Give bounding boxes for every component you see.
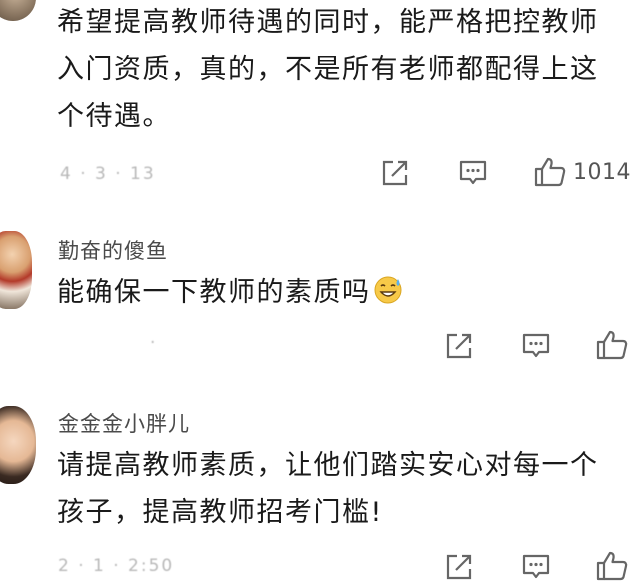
user-avatar[interactable] [0, 231, 32, 309]
reply-icon [522, 554, 550, 579]
thumbs-up-icon [596, 551, 628, 581]
share-icon [382, 160, 408, 186]
share-button[interactable] [444, 552, 474, 582]
comment-line: 入门资质，真的，不是所有老师都配得上这 [57, 54, 599, 85]
share-button[interactable] [444, 331, 474, 361]
user-avatar[interactable] [0, 406, 36, 484]
like-button[interactable] [595, 329, 629, 361]
comment-item: 勤奋的傻鱼 能确保一下教师的素质吗 · [0, 205, 640, 375]
share-icon [446, 554, 472, 580]
share-icon [446, 333, 472, 359]
comment-text: 能确保一下教师的素质吗 [57, 269, 403, 320]
reply-icon [522, 333, 550, 358]
share-button[interactable] [380, 158, 410, 188]
comment-item: 金金金小胖儿 请提高教师素质，让他们踏实安心对每一个 孩子，提高教师招考门槛! … [0, 380, 640, 585]
like-button[interactable]: 1014 [533, 156, 631, 188]
comment-meta: · [150, 333, 158, 353]
user-avatar[interactable] [0, 0, 36, 21]
comment-meta: 2 · 1 · 2:50 [58, 556, 175, 576]
reply-button[interactable] [458, 158, 488, 188]
sweat-smile-emoji-icon [373, 273, 403, 320]
thumbs-up-icon [534, 157, 566, 187]
comment-item: 希望提高教师待遇的同时，能严格把控教师 入门资质，真的，不是所有老师都配得上这 … [0, 0, 640, 200]
thumbs-up-icon [596, 330, 628, 360]
reply-button[interactable] [521, 331, 551, 361]
like-button[interactable] [595, 550, 629, 582]
like-count: 1014 [573, 159, 631, 185]
comment-text: 请提高教师素质，让他们踏实安心对每一个 孩子，提高教师招考门槛! [57, 442, 599, 536]
comment-line: 孩子，提高教师招考门槛! [57, 497, 383, 528]
reply-button[interactable] [521, 552, 551, 582]
comment-line: 能确保一下教师的素质吗 [57, 277, 371, 308]
comment-line: 个待遇。 [57, 101, 171, 132]
comment-meta: 4 · 3 · 13 [60, 164, 156, 184]
comment-line: 请提高教师素质，让他们踏实安心对每一个 [57, 450, 599, 481]
username[interactable]: 金金金小胖儿 [58, 408, 190, 438]
comment-text: 希望提高教师待遇的同时，能严格把控教师 入门资质，真的，不是所有老师都配得上这 … [57, 0, 599, 140]
username[interactable]: 勤奋的傻鱼 [58, 235, 168, 265]
comment-line: 希望提高教师待遇的同时，能严格把控教师 [57, 7, 599, 38]
reply-icon [459, 160, 487, 185]
